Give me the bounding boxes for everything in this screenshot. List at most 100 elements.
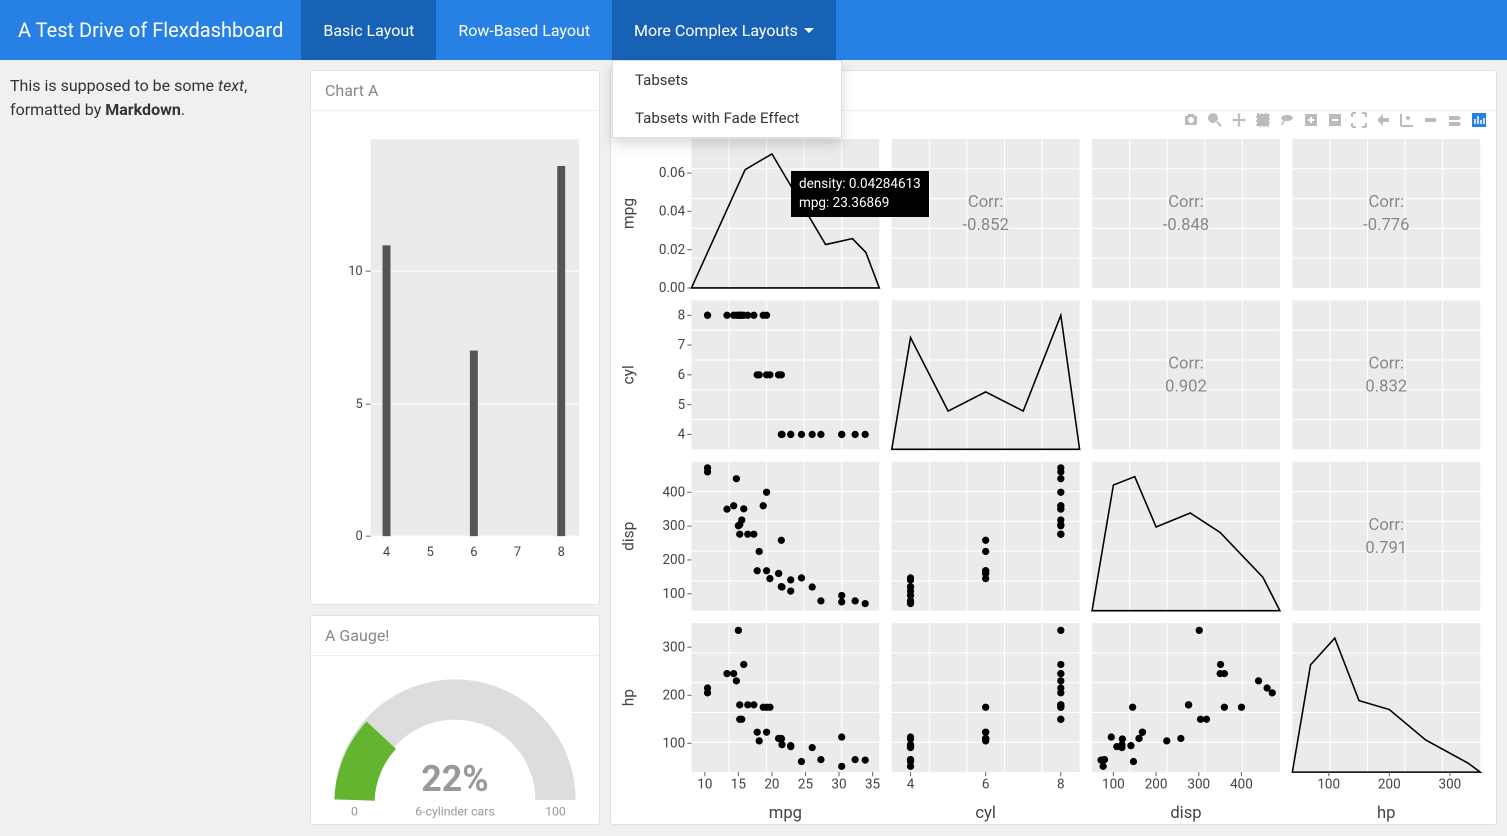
svg-text:300: 300: [1439, 777, 1462, 793]
camera-icon[interactable]: [1182, 111, 1200, 129]
dropdown-item-tabsets-fade[interactable]: Tabsets with Fade Effect: [613, 99, 841, 137]
dropdown-caret-icon: [804, 28, 814, 33]
pairs-svg: Corr: -0.852 Corr: -0.848 Corr: -0.776 Corr: 0.…: [611, 139, 1488, 824]
gauge-label: 6-cylinder cars: [415, 805, 494, 819]
card-header-chart-a: Chart A: [311, 71, 599, 111]
box-select-icon[interactable]: [1254, 111, 1272, 129]
plotly-toolbar: [1182, 111, 1488, 129]
lasso-select-icon[interactable]: [1278, 111, 1296, 129]
gauge-svg: 22% 0 100 6-cylinder cars: [321, 666, 589, 822]
svg-text:mpg: mpg: [769, 804, 802, 823]
svg-text:4: 4: [678, 427, 686, 443]
svg-text:8: 8: [678, 307, 686, 323]
zoom-in-icon[interactable]: [1302, 111, 1320, 129]
gauge-body: 22% 0 100 6-cylinder cars: [311, 656, 599, 836]
autoscale-icon[interactable]: [1350, 111, 1368, 129]
svg-text:400: 400: [662, 484, 685, 500]
svg-text:-0.848: -0.848: [1163, 216, 1209, 235]
svg-text:0.04: 0.04: [659, 203, 686, 219]
svg-text:200: 200: [1378, 777, 1401, 793]
zoom-out-icon[interactable]: [1326, 111, 1344, 129]
svg-text:35: 35: [865, 777, 881, 793]
svg-text:Corr:: Corr:: [1369, 355, 1405, 374]
main: Chart A 0 5 10: [310, 60, 1507, 835]
svg-text:hp: hp: [619, 689, 637, 707]
tab-more-complex-layouts[interactable]: More Complex Layouts Tabsets Tabsets wit…: [612, 0, 836, 60]
col-right: Chart B: [610, 70, 1497, 825]
zoom-icon[interactable]: [1206, 111, 1224, 129]
svg-text:Corr:: Corr:: [968, 193, 1004, 212]
card-header-gauge: A Gauge!: [311, 616, 599, 656]
svg-text:100: 100: [1317, 777, 1340, 793]
svg-text:6: 6: [678, 367, 686, 383]
svg-text:300: 300: [662, 518, 685, 534]
reset-axes-icon[interactable]: [1374, 111, 1392, 129]
svg-text:Corr:: Corr:: [1168, 355, 1204, 374]
svg-text:cyl: cyl: [619, 365, 637, 384]
card-gauge: A Gauge! 22% 0 100 6-cylinder cars: [310, 615, 600, 825]
svg-text:4: 4: [907, 777, 915, 793]
svg-text:6: 6: [982, 777, 990, 793]
svg-text:7: 7: [514, 545, 521, 560]
svg-text:10: 10: [697, 777, 712, 793]
svg-text:-0.852: -0.852: [963, 216, 1009, 235]
dropdown-menu: Tabsets Tabsets with Fade Effect: [612, 60, 842, 138]
svg-text:0.02: 0.02: [659, 242, 686, 258]
tooltip-line1: density: 0.04284613: [799, 175, 921, 194]
svg-text:cyl: cyl: [975, 804, 996, 823]
dropdown-item-tabsets[interactable]: Tabsets: [613, 61, 841, 99]
svg-text:disp: disp: [619, 521, 637, 551]
chart-b-body[interactable]: density: 0.04284613 mpg: 23.36869 Corr: -…: [611, 111, 1496, 824]
pairs-matrix: Corr: -0.852 Corr: -0.848 Corr: -0.776 Corr: 0.…: [611, 139, 1488, 824]
svg-text:hp: hp: [1377, 804, 1395, 823]
svg-text:15: 15: [731, 777, 747, 793]
svg-text:8: 8: [1057, 777, 1065, 793]
hover-compare-icon[interactable]: [1446, 111, 1464, 129]
spike-lines-icon[interactable]: [1398, 111, 1416, 129]
svg-text:200: 200: [1145, 777, 1168, 793]
svg-text:0.06: 0.06: [659, 165, 685, 181]
svg-text:25: 25: [798, 777, 814, 793]
card-chart-a: Chart A 0 5 10: [310, 70, 600, 605]
svg-text:5: 5: [678, 397, 686, 413]
sidebar-text-strong: Markdown: [105, 100, 181, 119]
svg-text:8: 8: [558, 545, 565, 560]
svg-text:Corr:: Corr:: [1369, 516, 1405, 535]
tab-basic-layout[interactable]: Basic Layout: [301, 0, 436, 60]
sidebar: This is supposed to be some text, format…: [0, 60, 310, 835]
plotly-logo-icon[interactable]: [1470, 111, 1488, 129]
hover-closest-icon[interactable]: [1422, 111, 1440, 129]
svg-text:0.791: 0.791: [1365, 539, 1407, 558]
svg-text:-0.776: -0.776: [1363, 216, 1409, 235]
svg-text:200: 200: [662, 552, 685, 568]
svg-text:400: 400: [1230, 777, 1253, 793]
nav-tabs: Basic Layout Row-Based Layout More Compl…: [301, 0, 835, 60]
svg-text:mpg: mpg: [619, 198, 637, 229]
svg-text:300: 300: [1187, 777, 1210, 793]
tab-row-based-layout[interactable]: Row-Based Layout: [436, 0, 612, 60]
svg-text:100: 100: [1102, 777, 1125, 793]
sidebar-text: This is supposed to be some text, format…: [10, 74, 300, 122]
svg-text:300: 300: [662, 639, 685, 655]
sidebar-text-em: text: [218, 76, 244, 95]
tooltip-line2: mpg: 23.36869: [799, 194, 921, 213]
chart-a-svg: 0 5 10 4 5 6 7 8: [321, 121, 589, 594]
col-left: Chart A 0 5 10: [310, 70, 600, 825]
svg-text:Corr:: Corr:: [1369, 193, 1405, 212]
svg-text:4: 4: [383, 545, 390, 560]
layout: This is supposed to be some text, format…: [0, 60, 1507, 835]
navbar-title: A Test Drive of Flexdashboard: [0, 18, 301, 42]
svg-text:5: 5: [355, 397, 362, 412]
svg-text:100: 100: [662, 586, 685, 602]
svg-text:0.902: 0.902: [1165, 377, 1207, 396]
svg-text:0: 0: [355, 529, 362, 544]
svg-text:200: 200: [662, 687, 685, 703]
chart-a-body[interactable]: 0 5 10 4 5 6 7 8: [311, 111, 599, 604]
navbar: A Test Drive of Flexdashboard Basic Layo…: [0, 0, 1507, 60]
pan-icon[interactable]: [1230, 111, 1248, 129]
sidebar-text-post: .: [181, 100, 185, 119]
svg-text:20: 20: [764, 777, 779, 793]
svg-text:7: 7: [678, 337, 686, 353]
tab-more-complex-label: More Complex Layouts: [634, 21, 798, 40]
svg-text:30: 30: [831, 777, 846, 793]
